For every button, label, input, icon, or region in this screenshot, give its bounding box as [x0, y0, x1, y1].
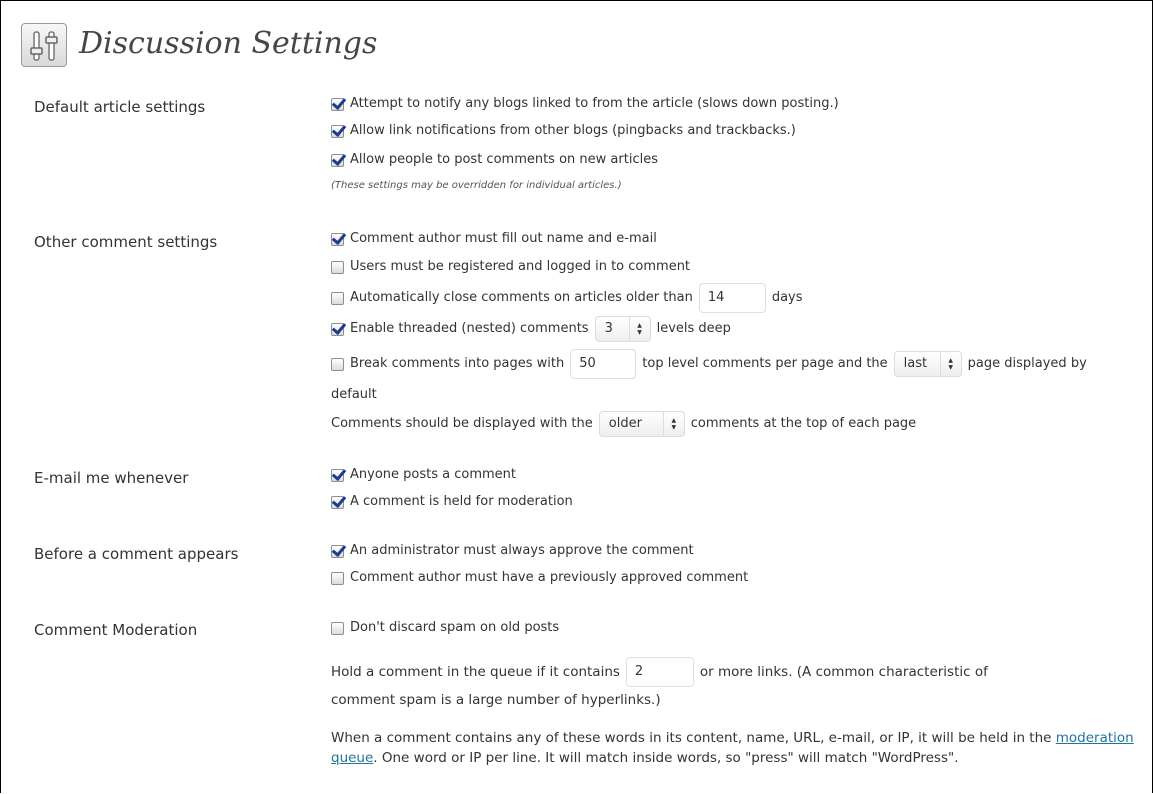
- option-label: Allow people to post comments on new art…: [350, 152, 658, 167]
- option-allow-comments[interactable]: Allow people to post comments on new art…: [331, 151, 658, 169]
- hold-links-row: Hold a comment in the queue if it contai…: [331, 657, 988, 687]
- option-label: Comment author must have a previously ap…: [350, 570, 749, 585]
- max-links-input[interactable]: 2: [625, 657, 694, 687]
- option-label: Comment author must fill out name and e-…: [350, 231, 657, 246]
- option-label: comments at the top of each page: [690, 416, 917, 431]
- option-label: Attempt to notify any blogs linked to fr…: [350, 96, 839, 111]
- option-label: A comment is held for moderation: [350, 494, 573, 509]
- thread-depth-select[interactable]: 3 ▲ ▼: [594, 316, 651, 342]
- option-order: Comments should be displayed with the ol…: [331, 410, 916, 438]
- label-default-article-settings: Default article settings: [34, 98, 206, 116]
- option-registered[interactable]: Users must be registered and logged in t…: [331, 258, 690, 276]
- checkbox-keep-spam[interactable]: [331, 621, 344, 635]
- hold-links-wrap: comment spam is a large number of hyperl…: [331, 692, 661, 708]
- option-label: Hold a comment in the queue if it contai…: [331, 664, 620, 680]
- option-admin-approve[interactable]: An administrator must always approve the…: [331, 542, 694, 560]
- checkbox-allow-pingbacks[interactable]: [331, 124, 344, 138]
- page-title: Discussion Settings: [79, 26, 378, 61]
- option-label: top level comments per page and the: [642, 356, 888, 371]
- note-override: (These settings may be overridden for in…: [331, 180, 622, 191]
- checkbox-auto-close[interactable]: [331, 291, 344, 305]
- option-previously-approved[interactable]: Comment author must have a previously ap…: [331, 569, 748, 587]
- checkbox-admin-approve[interactable]: [331, 544, 344, 558]
- option-anyone-posts[interactable]: Anyone posts a comment: [331, 466, 516, 484]
- comment-order-select[interactable]: older ▲ ▼: [598, 411, 685, 437]
- option-label: Comments should be displayed with the: [331, 416, 593, 431]
- description-text: . One word or IP per line. It will match…: [373, 750, 959, 766]
- option-label: Enable threaded (nested) comments: [350, 321, 589, 336]
- option-allow-pingbacks[interactable]: Allow link notifications from other blog…: [331, 122, 796, 140]
- select-arrows-icon: ▲ ▼: [628, 317, 650, 341]
- option-label: Don't discard spam on old posts: [350, 620, 560, 635]
- option-label: Users must be registered and logged in t…: [350, 259, 691, 274]
- checkbox-notify-blogs[interactable]: [331, 97, 344, 111]
- settings-page: Discussion Settings Default article sett…: [0, 0, 1153, 793]
- label-other-comment-settings: Other comment settings: [34, 233, 218, 251]
- checkbox-threaded[interactable]: [331, 322, 344, 336]
- select-value: older: [608, 416, 642, 431]
- checkbox-previously-approved[interactable]: [331, 571, 344, 585]
- option-label: days: [771, 290, 803, 305]
- option-author-fill[interactable]: Comment author must fill out name and e-…: [331, 230, 657, 248]
- select-value: last: [903, 356, 928, 371]
- description-text: When a comment contains any of these wor…: [331, 730, 1052, 746]
- option-label: or more links. (A common characteristic …: [699, 664, 988, 680]
- option-keep-spam[interactable]: Don't discard spam on old posts: [331, 619, 559, 637]
- option-label: An administrator must always approve the…: [350, 543, 694, 558]
- moderation-words-description: When a comment contains any of these wor…: [331, 728, 1141, 768]
- option-label: levels deep: [656, 321, 731, 336]
- option-auto-close[interactable]: Automatically close comments on articles…: [331, 283, 803, 313]
- select-arrows-icon: ▲ ▼: [662, 412, 684, 436]
- option-label: page displayed by: [967, 356, 1087, 371]
- label-before-comment-appears: Before a comment appears: [34, 545, 239, 563]
- option-label: Automatically close comments on articles…: [350, 290, 693, 305]
- close-days-input[interactable]: 14: [698, 283, 766, 313]
- option-threaded[interactable]: Enable threaded (nested) comments 3 ▲ ▼ l…: [331, 315, 731, 343]
- settings-sliders-icon: [21, 23, 67, 67]
- option-label: Break comments into pages with: [350, 356, 565, 371]
- option-label: Anyone posts a comment: [350, 467, 516, 482]
- option-paging[interactable]: Break comments into pages with 50 top le…: [331, 349, 1087, 379]
- label-email-me: E-mail me whenever: [34, 469, 189, 487]
- checkbox-registered[interactable]: [331, 260, 344, 274]
- checkbox-allow-comments[interactable]: [331, 153, 344, 167]
- checkbox-paging[interactable]: [331, 357, 344, 371]
- checkbox-anyone-posts[interactable]: [331, 468, 344, 482]
- label-comment-moderation: Comment Moderation: [34, 621, 198, 639]
- select-value: 3: [604, 321, 613, 336]
- option-label: Allow link notifications from other blog…: [350, 123, 796, 138]
- select-arrows-icon: ▲ ▼: [939, 352, 961, 376]
- checkbox-author-fill[interactable]: [331, 232, 344, 246]
- comments-per-page-input[interactable]: 50: [570, 349, 637, 379]
- option-paging-wrap: default: [331, 387, 377, 402]
- option-notify-blogs[interactable]: Attempt to notify any blogs linked to fr…: [331, 95, 839, 113]
- checkbox-held-moderation[interactable]: [331, 495, 344, 509]
- page-displayed-select[interactable]: last ▲ ▼: [893, 351, 962, 377]
- option-held-moderation[interactable]: A comment is held for moderation: [331, 493, 573, 511]
